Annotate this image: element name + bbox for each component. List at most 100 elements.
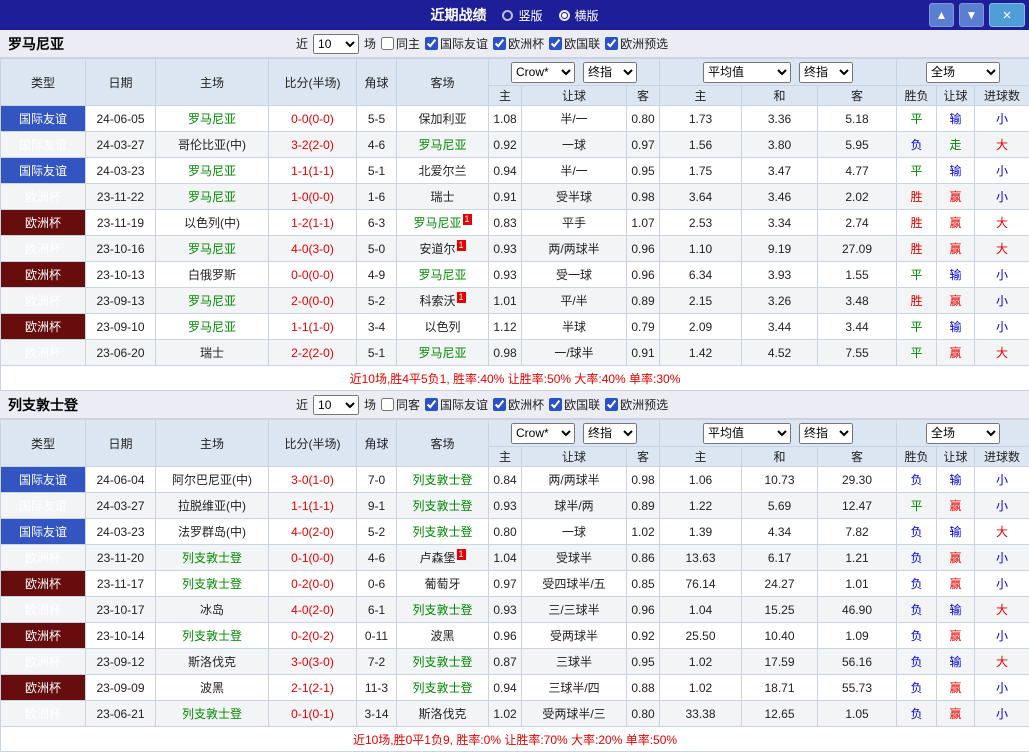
odds-stage-select[interactable]: 终指 — [583, 423, 637, 444]
away-team-cell: 斯洛伐克 — [397, 701, 489, 727]
away-team-cell: 波黑 — [397, 623, 489, 649]
sub-home: 主 — [489, 447, 522, 467]
odds-home: 0.93 — [489, 597, 522, 623]
titlebar-center: 近期战绩 竖版 横版 — [430, 5, 598, 25]
match-result: 平 — [897, 262, 937, 288]
home-team-name: 哥伦比亚(中) — [178, 138, 246, 152]
avg-away-odds: 1.09 — [818, 623, 897, 649]
down-arrow-icon: ▼ — [966, 8, 978, 22]
avg-stage-select[interactable]: 终指 — [799, 423, 853, 444]
nationsleague-checkbox[interactable] — [549, 37, 562, 50]
titlebar: 近期战绩 竖版 横版 ▲ ▼ × — [0, 0, 1029, 30]
same-venue-checkbox[interactable] — [381, 37, 394, 50]
layout-radio-horizontal[interactable]: 横版 — [559, 7, 599, 24]
home-team-cell: 罗马尼亚 — [156, 184, 269, 210]
match-row: 欧洲杯 23-09-13 罗马尼亚 2-0(0-0) 5-2 科索沃1 1.01… — [1, 288, 1029, 314]
up-arrow-icon: ▲ — [936, 8, 948, 22]
euroqual-checkbox[interactable] — [605, 398, 618, 411]
odds-away: 0.80 — [627, 701, 660, 727]
avg-home-odds: 1.56 — [660, 132, 742, 158]
away-team-cell: 列支敦士登 — [397, 467, 489, 493]
match-row: 国际友谊 24-06-04 阿尔巴尼亚(中) 3-0(1-0) 7-0 列支敦士… — [1, 467, 1029, 493]
same-venue-filter[interactable]: 同主 — [381, 35, 420, 52]
avg-draw-odds: 3.46 — [742, 184, 818, 210]
comp-filter-eurocup[interactable]: 欧洲杯 — [493, 35, 544, 52]
same-venue-checkbox[interactable] — [381, 398, 394, 411]
comp-filter-euroqual[interactable]: 欧洲预选 — [605, 35, 668, 52]
avg-away-odds: 1.05 — [818, 701, 897, 727]
layout-radio-vertical[interactable]: 竖版 — [502, 7, 542, 24]
near-label: 近 — [296, 396, 308, 413]
league-type-cell: 国际友谊 — [1, 519, 86, 545]
bookmaker-select[interactable]: Crow* — [511, 423, 575, 444]
col-date: 日期 — [86, 420, 156, 467]
handicap-result: 输 — [937, 519, 975, 545]
odds-away: 0.80 — [627, 106, 660, 132]
match-result: 平 — [897, 493, 937, 519]
comp-filter-euroqual[interactable]: 欧洲预选 — [605, 396, 668, 413]
avg-draw-odds: 24.27 — [742, 571, 818, 597]
comp-filter-friendly[interactable]: 国际友谊 — [425, 396, 488, 413]
page-title: 近期战绩 — [430, 5, 486, 25]
handicap-result: 赢 — [937, 571, 975, 597]
avg-home-odds: 25.50 — [660, 623, 742, 649]
eurocup-checkbox[interactable] — [493, 398, 506, 411]
match-row: 欧洲杯 23-06-21 列支敦士登 0-1(0-1) 3-14 斯洛伐克 1.… — [1, 701, 1029, 727]
score-cell: 0-2(0-2) — [269, 623, 357, 649]
handicap-line: 三/三球半 — [522, 597, 627, 623]
odds-home: 0.92 — [489, 132, 522, 158]
close-button[interactable]: × — [989, 3, 1025, 27]
same-venue-filter[interactable]: 同客 — [381, 396, 420, 413]
avg-draw-odds: 6.17 — [742, 545, 818, 571]
comp-filter-nationsleague[interactable]: 欧国联 — [549, 396, 600, 413]
goals-result: 小 — [975, 262, 1029, 288]
away-team-name: 列支敦士登 — [412, 681, 472, 695]
avg-stage-select[interactable]: 终指 — [799, 62, 853, 83]
eurocup-checkbox[interactable] — [493, 37, 506, 50]
move-down-button[interactable]: ▼ — [959, 3, 984, 27]
euroqual-checkbox[interactable] — [605, 37, 618, 50]
friendly-checkbox[interactable] — [425, 37, 438, 50]
home-team-name: 罗马尼亚 — [188, 190, 236, 204]
avg-draw-odds: 5.69 — [742, 493, 818, 519]
avg-away-odds: 12.47 — [818, 493, 897, 519]
comp-filter-nationsleague[interactable]: 欧国联 — [549, 35, 600, 52]
odds-home: 1.01 — [489, 288, 522, 314]
comp-filter-friendly[interactable]: 国际友谊 — [425, 35, 488, 52]
games-label: 场 — [364, 35, 376, 52]
league-type-cell: 国际友谊 — [1, 158, 86, 184]
friendly-checkbox[interactable] — [425, 398, 438, 411]
scope-select[interactable]: 全场 — [926, 62, 1000, 83]
avg-draw-odds: 9.19 — [742, 236, 818, 262]
score-cell: 0-0(0-0) — [269, 262, 357, 288]
avg-home-odds: 1.02 — [660, 675, 742, 701]
comp-filter-eurocup[interactable]: 欧洲杯 — [493, 396, 544, 413]
odds-home: 0.80 — [489, 519, 522, 545]
score-cell: 4-0(2-0) — [269, 519, 357, 545]
away-team-cell: 科索沃1 — [397, 288, 489, 314]
odds-stage-select[interactable]: 终指 — [583, 62, 637, 83]
rounds-select[interactable]: 10 — [313, 34, 359, 54]
move-up-button[interactable]: ▲ — [929, 3, 954, 27]
scope-select[interactable]: 全场 — [926, 423, 1000, 444]
match-result: 负 — [897, 545, 937, 571]
odds-home: 1.08 — [489, 106, 522, 132]
away-team-cell: 以色列 — [397, 314, 489, 340]
bookmaker-select[interactable]: Crow* — [511, 62, 575, 83]
near-label: 近 — [296, 35, 308, 52]
checkbox-label: 欧洲预选 — [620, 35, 668, 52]
red-card-badge: 1 — [457, 240, 466, 251]
match-result: 胜 — [897, 236, 937, 262]
nationsleague-checkbox[interactable] — [549, 398, 562, 411]
goals-result: 小 — [975, 675, 1029, 701]
match-date: 23-09-12 — [86, 649, 156, 675]
league-type-cell: 欧洲杯 — [1, 262, 86, 288]
rounds-select[interactable]: 10 — [313, 395, 359, 415]
handicap-result: 输 — [937, 649, 975, 675]
average-select[interactable]: 平均值 — [703, 423, 791, 444]
average-select[interactable]: 平均值 — [703, 62, 791, 83]
sub-result: 胜负 — [897, 447, 937, 467]
away-team-cell: 列支敦士登 — [397, 597, 489, 623]
away-team-cell: 葡萄牙 — [397, 571, 489, 597]
home-team-cell: 冰岛 — [156, 597, 269, 623]
